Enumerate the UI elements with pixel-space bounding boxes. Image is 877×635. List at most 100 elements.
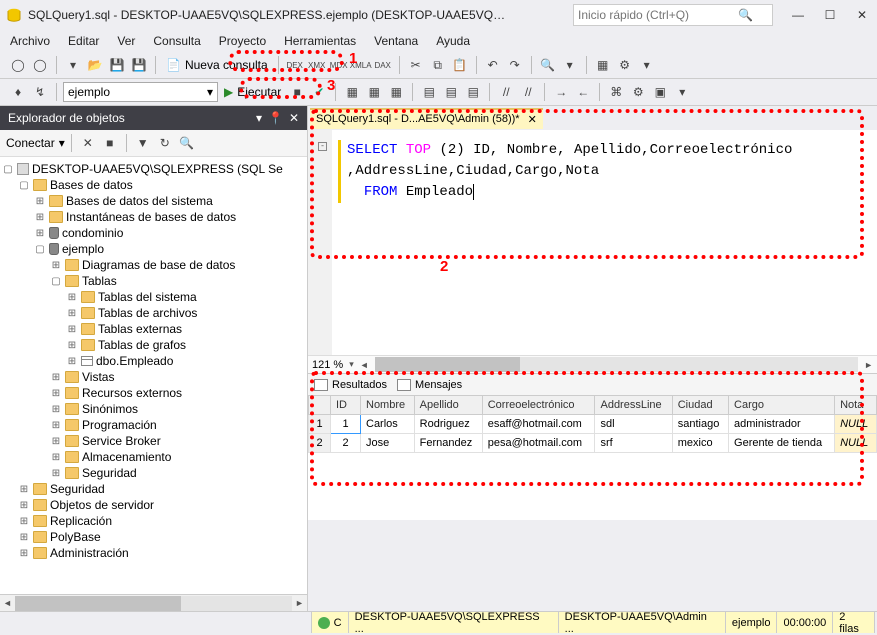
menu-help[interactable]: Ayuda — [436, 34, 470, 48]
collapse-region-icon[interactable]: - — [318, 142, 327, 151]
tree-item[interactable]: ⊞Objetos de servidor — [18, 497, 307, 513]
stop-button[interactable]: ■ — [287, 82, 307, 102]
tree-databases-node[interactable]: ▢Bases de datos — [18, 177, 307, 193]
menu-window[interactable]: Ventana — [374, 34, 418, 48]
tree-table-empleado[interactable]: ⊞dbo.Empleado — [66, 353, 307, 369]
tree-item[interactable]: ⊞PolyBase — [18, 529, 307, 545]
nav-back-button[interactable]: ◯ — [8, 55, 28, 75]
table-row[interactable]: 2 2 Jose Fernandez pesa@hotmail.com srf … — [309, 434, 877, 453]
xmla-button[interactable]: XMLA — [351, 55, 371, 75]
overflow2-button[interactable]: ▾ — [672, 82, 692, 102]
overflow-button[interactable]: ▾ — [637, 55, 657, 75]
menu-file[interactable]: Archivo — [10, 34, 50, 48]
results-file-button[interactable]: ▤ — [463, 82, 483, 102]
col-header[interactable]: Nota — [835, 396, 877, 415]
stop-conn-button[interactable]: ■ — [100, 133, 120, 153]
tb-icon-2[interactable]: ↯ — [30, 82, 50, 102]
undo-button[interactable]: ↶ — [483, 55, 503, 75]
tb-icon-1[interactable]: ♦ — [8, 82, 28, 102]
sqlcmd-button[interactable]: ⌘ — [606, 82, 626, 102]
maximize-button[interactable]: ☐ — [821, 6, 839, 24]
tree-item[interactable]: ⊞Vistas — [50, 369, 307, 385]
tree-item[interactable]: ⊞Tablas del sistema — [66, 289, 307, 305]
trace-button[interactable]: ▣ — [650, 82, 670, 102]
tree-item[interactable]: ⊞Diagramas de base de datos — [50, 257, 307, 273]
object-tree[interactable]: ▢DESKTOP-UAAE5VQ\SQLEXPRESS (SQL Se ▢Bas… — [0, 157, 307, 594]
menu-tools[interactable]: Herramientas — [284, 34, 356, 48]
connect-button[interactable]: Conectar▾ — [6, 136, 65, 150]
tree-server-node[interactable]: ▢DESKTOP-UAAE5VQ\SQLEXPRESS (SQL Se — [2, 161, 307, 177]
xmx-button[interactable]: XMX — [307, 55, 327, 75]
pin-icon[interactable]: 📍 — [268, 111, 283, 125]
quick-launch-input[interactable] — [578, 8, 738, 22]
zoom-dropdown-icon[interactable]: ▾ — [349, 359, 354, 370]
explorer-hscroll[interactable]: ◄► — [0, 594, 307, 611]
redo-button[interactable]: ↷ — [505, 55, 525, 75]
filter-button[interactable]: ▼ — [133, 133, 153, 153]
tree-item[interactable]: ⊞Recursos externos — [50, 385, 307, 401]
refresh-button[interactable]: ↻ — [155, 133, 175, 153]
cut-button[interactable]: ✂ — [406, 55, 426, 75]
col-header[interactable]: AddressLine — [595, 396, 672, 415]
editor-tab[interactable]: SQLQuery1.sql - D...AE5VQ\Admin (58))* ✕ — [310, 108, 543, 129]
results-grid-button[interactable]: ▤ — [419, 82, 439, 102]
uncomment-button[interactable]: // — [518, 82, 538, 102]
tree-item[interactable]: ⊞Bases de datos del sistema — [34, 193, 307, 209]
editor-hscroll[interactable] — [375, 357, 858, 372]
menu-project[interactable]: Proyecto — [219, 34, 266, 48]
tree-item[interactable]: ⊞Seguridad — [18, 481, 307, 497]
close-panel-icon[interactable]: ✕ — [289, 111, 299, 125]
execute-button[interactable]: ▶ Ejecutar — [220, 84, 285, 100]
table-row[interactable]: 1 1 Carlos Rodriguez esaff@hotmail.com s… — [309, 415, 877, 434]
designer-button[interactable]: ▦ — [593, 55, 613, 75]
paste-button[interactable]: 📋 — [450, 55, 470, 75]
disconnect-button[interactable]: ✕ — [78, 133, 98, 153]
tree-item[interactable]: ⊞Tablas externas — [66, 321, 307, 337]
menu-query[interactable]: Consulta — [153, 34, 200, 48]
save-all-button[interactable]: 💾 — [129, 55, 149, 75]
tree-item[interactable]: ⊞Instantáneas de bases de datos — [34, 209, 307, 225]
tree-item[interactable]: ⊞Service Broker — [50, 433, 307, 449]
sql-editor[interactable]: - SELECT TOP (2) ID, Nombre, Apellido,Co… — [308, 130, 877, 355]
tree-item[interactable]: ⊞Sinónimos — [50, 401, 307, 417]
save-button[interactable]: 💾 — [107, 55, 127, 75]
quick-launch-box[interactable]: 🔍 — [573, 4, 773, 26]
col-header[interactable]: Correoelectrónico — [482, 396, 595, 415]
plan-button[interactable]: ▦ — [342, 82, 362, 102]
copy-button[interactable]: ⧉ — [428, 55, 448, 75]
dex-button[interactable]: DEX — [285, 55, 305, 75]
more-button[interactable]: ▾ — [560, 55, 580, 75]
col-header[interactable]: ID — [331, 396, 361, 415]
col-header[interactable]: Cargo — [729, 396, 835, 415]
live-stats-button[interactable]: ▦ — [386, 82, 406, 102]
tree-item[interactable]: ⊞Programación — [50, 417, 307, 433]
tab-close-icon[interactable]: ✕ — [528, 113, 537, 126]
search-tree-button[interactable]: 🔍 — [177, 133, 197, 153]
intellisense-button[interactable]: ⚙ — [628, 82, 648, 102]
server-button[interactable]: ⚙ — [615, 55, 635, 75]
dropdown-icon[interactable]: ▾ — [256, 111, 262, 125]
messages-tab[interactable]: Mensajes — [397, 379, 462, 391]
tree-item[interactable]: ⊞Administración — [18, 545, 307, 561]
open-button[interactable]: 📂 — [85, 55, 105, 75]
nav-fwd-button[interactable]: ◯ — [30, 55, 50, 75]
col-header[interactable]: Apellido — [414, 396, 482, 415]
mdx-button[interactable]: MDX — [329, 55, 349, 75]
tree-item[interactable]: ⊞Tablas de grafos — [66, 337, 307, 353]
tree-tables-node[interactable]: ▢Tablas — [50, 273, 307, 289]
tree-db-condominio[interactable]: ⊞condominio — [34, 225, 307, 241]
new-button[interactable]: ▾ — [63, 55, 83, 75]
col-header[interactable] — [309, 396, 331, 415]
find-button[interactable]: 🔍 — [538, 55, 558, 75]
minimize-button[interactable]: — — [789, 6, 807, 24]
tree-db-ejemplo[interactable]: ▢ejemplo — [34, 241, 307, 257]
close-button[interactable]: ✕ — [853, 6, 871, 24]
tree-item[interactable]: ⊞Seguridad — [50, 465, 307, 481]
actual-plan-button[interactable]: ▦ — [364, 82, 384, 102]
indent-button[interactable]: → — [551, 82, 571, 102]
menu-edit[interactable]: Editar — [68, 34, 99, 48]
new-query-button[interactable]: 📄 Nueva consulta — [162, 57, 272, 73]
tree-item[interactable]: ⊞Tablas de archivos — [66, 305, 307, 321]
zoom-value[interactable]: 121 % — [312, 359, 343, 371]
results-grid[interactable]: ID Nombre Apellido Correoelectrónico Add… — [308, 395, 877, 520]
